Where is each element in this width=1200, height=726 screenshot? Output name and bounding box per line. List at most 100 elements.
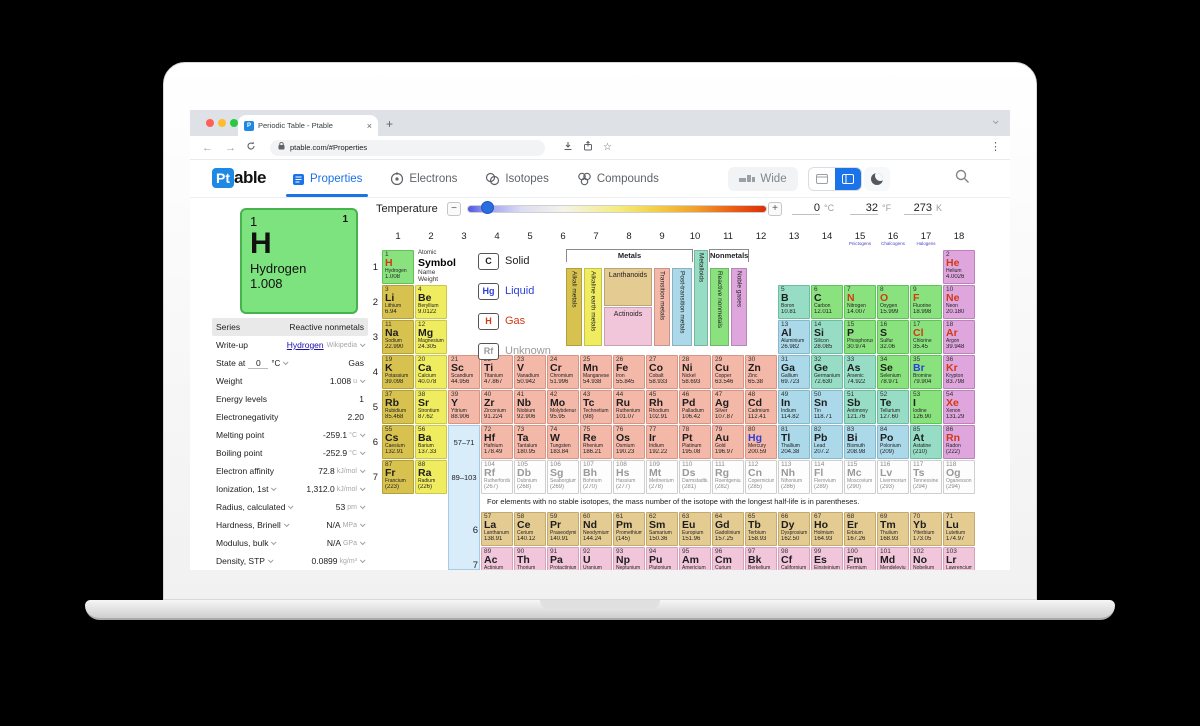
element-tile-At[interactable]: 85AtAstatine(210) xyxy=(910,425,942,459)
element-tile-Am[interactable]: 95AmAmericium(243) xyxy=(679,547,711,570)
element-tile-Cl[interactable]: 17ClChlorine35.45 xyxy=(910,320,942,354)
element-tile-Cm[interactable]: 96CmCurium(247) xyxy=(712,547,744,570)
element-tile-Pa[interactable]: 91PaProtactinium231.04 xyxy=(547,547,579,570)
element-tile-Ra[interactable]: 88RaRadium(226) xyxy=(415,460,447,494)
nav-tab-properties[interactable]: Properties xyxy=(278,160,376,198)
window-layout-button[interactable] xyxy=(809,168,835,190)
element-tile-Tm[interactable]: 69TmThulium168.93 xyxy=(877,512,909,546)
element-tile-Br[interactable]: 35BrBromine79.904 xyxy=(910,355,942,389)
element-tile-Na[interactable]: 11NaSodium22.990 xyxy=(382,320,414,354)
element-tile-Np[interactable]: 93NpNeptunium(237) xyxy=(613,547,645,570)
close-traffic-light[interactable] xyxy=(206,119,214,127)
element-tile-Tl[interactable]: 81TlThallium204.38 xyxy=(778,425,810,459)
temp-minus-button[interactable]: − xyxy=(447,202,461,216)
element-tile-Ag[interactable]: 47AgSilver107.87 xyxy=(712,390,744,424)
chevron-down-icon[interactable] xyxy=(360,431,366,437)
state-temp-input[interactable]: 0 xyxy=(248,358,268,369)
element-tile-Ti[interactable]: 22TiTitanium47.867 xyxy=(481,355,513,389)
element-tile-Md[interactable]: 101MdMendelevium(258) xyxy=(877,547,909,570)
element-tile-Lv[interactable]: 116LvLivermorium(293) xyxy=(877,460,909,494)
element-tile-Ir[interactable]: 77IrIridium192.22 xyxy=(646,425,678,459)
element-tile-U[interactable]: 92UUranium238.03 xyxy=(580,547,612,570)
chevron-down-icon[interactable] xyxy=(268,557,274,563)
element-tile-Ts[interactable]: 117TsTennessine(294) xyxy=(910,460,942,494)
element-tile-Sg[interactable]: 106SgSeaborgium(269) xyxy=(547,460,579,494)
element-tile-Li[interactable]: 3LiLithium6.94 xyxy=(382,285,414,319)
element-tile-Cf[interactable]: 98CfCalifornium(251) xyxy=(778,547,810,570)
element-tile-Mg[interactable]: 12MgMagnesium24.305 xyxy=(415,320,447,354)
element-tile-Cd[interactable]: 48CdCadmium112.41 xyxy=(745,390,777,424)
fahrenheit-input[interactable]: 32 xyxy=(850,202,878,215)
legend-transition-metals[interactable]: Transition metals xyxy=(654,268,670,346)
property-label[interactable]: Ionization, 1st xyxy=(216,484,268,494)
element-tile-Rf[interactable]: 104RfRutherfordium(267) xyxy=(481,460,513,494)
element-tile-Se[interactable]: 34SeSelenium78.971 xyxy=(877,355,909,389)
element-tile-Ce[interactable]: 58CeCerium140.12 xyxy=(514,512,546,546)
property-label[interactable]: Radius, calculated xyxy=(216,502,285,512)
sidebar-layout-button[interactable] xyxy=(835,168,861,190)
element-tile-Be[interactable]: 4BeBeryllium9.0122 xyxy=(415,285,447,319)
nav-tab-electrons[interactable]: Electrons xyxy=(376,160,471,198)
element-tile-Rb[interactable]: 37RbRubidium85.468 xyxy=(382,390,414,424)
element-tile-Dy[interactable]: 66DyDysprosium162.50 xyxy=(778,512,810,546)
element-tile-Zn[interactable]: 30ZnZinc65.38 xyxy=(745,355,777,389)
element-tile-Bi[interactable]: 83BiBismuth208.98 xyxy=(844,425,876,459)
element-tile-Au[interactable]: 79AuGold196.97 xyxy=(712,425,744,459)
chevron-down-icon[interactable] xyxy=(284,521,290,527)
element-tile-Ta[interactable]: 73TaTantalum180.95 xyxy=(514,425,546,459)
download-icon[interactable] xyxy=(563,141,573,154)
element-tile-Pt[interactable]: 78PtPlatinum195.08 xyxy=(679,425,711,459)
element-tile-Rh[interactable]: 45RhRhodium102.91 xyxy=(646,390,678,424)
element-tile-Er[interactable]: 68ErErbium167.26 xyxy=(844,512,876,546)
search-icon[interactable] xyxy=(955,169,970,187)
element-tile-He[interactable]: 2HeHelium4.0026 xyxy=(943,250,975,284)
legend-metalloids[interactable]: Metalloids xyxy=(694,250,708,346)
address-bar[interactable]: ptable.com/#Properties xyxy=(270,140,545,156)
chevron-down-icon[interactable] xyxy=(271,539,277,545)
chevron-down-icon[interactable] xyxy=(360,467,366,473)
forward-button[interactable]: → xyxy=(225,142,236,154)
element-tile-Pd[interactable]: 46PdPalladium106.42 xyxy=(679,390,711,424)
legend-post-transition-metals[interactable]: Post-transition metals xyxy=(672,268,692,346)
state-key-solid[interactable]: C xyxy=(478,253,499,270)
chevron-down-icon[interactable] xyxy=(360,341,366,347)
element-tile-Po[interactable]: 84PoPolonium(209) xyxy=(877,425,909,459)
chevron-down-icon[interactable] xyxy=(283,359,289,365)
actinide-placeholder[interactable]: 89–103 xyxy=(448,460,480,495)
bookmark-star-icon[interactable]: ☆ xyxy=(603,142,612,153)
element-tile-Ge[interactable]: 32GeGermanium72.630 xyxy=(811,355,843,389)
element-tile-Sm[interactable]: 62SmSamarium150.36 xyxy=(646,512,678,546)
element-tile-Fr[interactable]: 87FrFrancium(223) xyxy=(382,460,414,494)
element-tile-Mn[interactable]: 25MnManganese54.938 xyxy=(580,355,612,389)
element-tile-Sr[interactable]: 38SrStrontium87.62 xyxy=(415,390,447,424)
element-tile-Pb[interactable]: 82PbLead207.2 xyxy=(811,425,843,459)
wide-button[interactable]: Wide xyxy=(728,167,798,191)
temperature-slider-thumb[interactable] xyxy=(481,201,494,214)
element-tile-S[interactable]: 16SSulfur32.06 xyxy=(877,320,909,354)
element-tile-Mo[interactable]: 42MoMolybdenum95.95 xyxy=(547,390,579,424)
state-key-unknown[interactable]: Rf xyxy=(478,343,499,360)
nav-tab-isotopes[interactable]: Isotopes xyxy=(471,160,562,198)
element-tile-Ni[interactable]: 28NiNickel58.693 xyxy=(679,355,711,389)
ptable-logo[interactable]: Ptable xyxy=(212,168,266,188)
element-tile-Ba[interactable]: 56BaBarium137.33 xyxy=(415,425,447,459)
element-tile-Pm[interactable]: 61PmPromethium(145) xyxy=(613,512,645,546)
element-tile-Ac[interactable]: 89AcActinium(227) xyxy=(481,547,513,570)
element-tile-Re[interactable]: 75ReRhenium186.21 xyxy=(580,425,612,459)
legend-alkaline-earth-metals[interactable]: Alkaline earth metals xyxy=(584,268,602,346)
element-tile-Ne[interactable]: 10NeNeon20.180 xyxy=(943,285,975,319)
element-tile-Og[interactable]: 118OgOganesson(294) xyxy=(943,460,975,494)
chevron-down-icon[interactable] xyxy=(360,539,366,545)
element-tile-Tc[interactable]: 43TcTechnetium(98) xyxy=(580,390,612,424)
element-tile-Ca[interactable]: 20CaCalcium40.078 xyxy=(415,355,447,389)
element-tile-Eu[interactable]: 63EuEuropium151.96 xyxy=(679,512,711,546)
element-tile-Nb[interactable]: 41NbNiobium92.906 xyxy=(514,390,546,424)
element-tile-Hs[interactable]: 108HsHassium(277) xyxy=(613,460,645,494)
element-tile-C[interactable]: 6CCarbon12.011 xyxy=(811,285,843,319)
element-tile-P[interactable]: 15PPhosphorus30.974 xyxy=(844,320,876,354)
element-tile-Es[interactable]: 99EsEinsteinium(252) xyxy=(811,547,843,570)
legend-lanthanoids[interactable]: Lanthanoids xyxy=(604,268,652,306)
element-tile-Pu[interactable]: 94PuPlutonium(244) xyxy=(646,547,678,570)
element-tile-Zr[interactable]: 40ZrZirconium91.224 xyxy=(481,390,513,424)
element-tile-Ho[interactable]: 67HoHolmium164.93 xyxy=(811,512,843,546)
